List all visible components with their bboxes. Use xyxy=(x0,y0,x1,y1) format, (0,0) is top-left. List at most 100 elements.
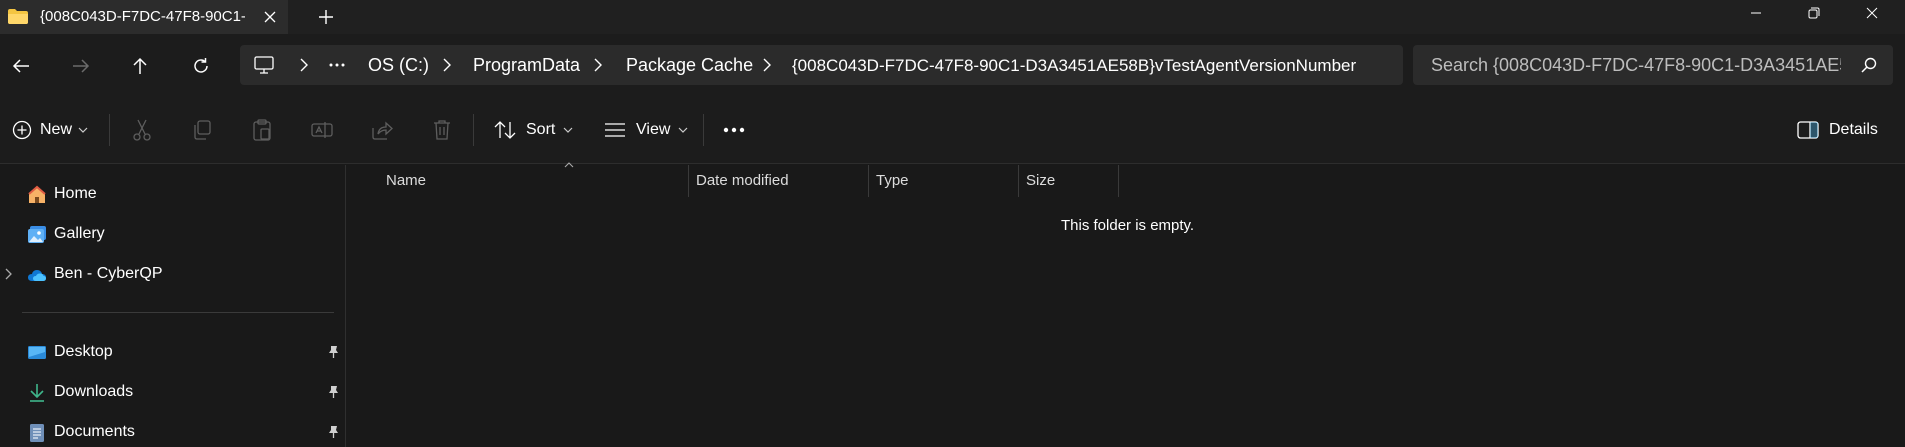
pin-icon[interactable] xyxy=(326,425,340,439)
chevron-right-icon xyxy=(594,58,602,72)
sort-button[interactable]: Sort xyxy=(494,112,573,148)
column-divider[interactable] xyxy=(868,165,869,197)
up-button[interactable] xyxy=(123,49,157,83)
breadcrumb-programdata[interactable]: ProgramData xyxy=(473,55,580,76)
paste-button[interactable] xyxy=(248,116,276,144)
sidebar-item-downloads[interactable]: Downloads xyxy=(0,373,340,411)
delete-button[interactable] xyxy=(428,116,456,144)
downloads-icon xyxy=(30,384,44,402)
arrow-up-icon xyxy=(133,57,147,74)
details-label: Details xyxy=(1829,121,1878,138)
new-label: New xyxy=(40,121,73,138)
sidebar-item-label: Ben - CyberQP xyxy=(54,265,163,282)
home-icon xyxy=(28,185,46,203)
view-label: View xyxy=(636,121,671,138)
more-icon xyxy=(723,127,745,133)
plus-circle-icon xyxy=(12,120,32,140)
new-tab-button[interactable] xyxy=(313,5,339,29)
gallery-icon xyxy=(28,226,46,243)
sidebar-item-label: Documents xyxy=(54,423,135,440)
restore-button[interactable] xyxy=(1785,0,1843,26)
sidebar-item-desktop[interactable]: Desktop xyxy=(0,333,340,371)
column-header-type[interactable]: Type xyxy=(876,165,1016,197)
navigation-pane: Home Gallery Ben - CyberQP Desktop Downl… xyxy=(0,165,346,447)
sort-icon xyxy=(494,121,516,139)
paste-icon xyxy=(253,119,271,141)
folder-icon xyxy=(8,9,28,24)
address-row: OS (C:) ProgramData Package Cache {008C0… xyxy=(0,34,1905,96)
plus-icon xyxy=(319,10,333,24)
tab-active[interactable]: {008C043D-F7DC-47F8-90C1-D xyxy=(0,0,288,34)
sort-label: Sort xyxy=(526,121,556,138)
sidebar-divider xyxy=(22,312,334,313)
sort-ascending-icon xyxy=(564,162,574,168)
sidebar-item-gallery[interactable]: Gallery xyxy=(0,215,340,253)
details-button[interactable]: Details xyxy=(1797,112,1878,148)
cut-button[interactable] xyxy=(128,116,156,144)
sidebar-item-label: Home xyxy=(54,185,97,202)
toolbar-divider xyxy=(473,114,474,146)
tab-title: {008C043D-F7DC-47F8-90C1-D xyxy=(40,8,245,25)
toolbar-divider xyxy=(109,114,110,146)
share-button[interactable] xyxy=(368,116,396,144)
desktop-folder-icon xyxy=(28,346,46,359)
breadcrumb-current-folder[interactable]: {008C043D-F7DC-47F8-90C1-D3A3451AE58B}vT… xyxy=(792,56,1356,76)
sidebar-item-documents[interactable]: Documents xyxy=(0,413,340,447)
close-tab-button[interactable] xyxy=(258,6,282,28)
sidebar-item-label: Desktop xyxy=(54,343,113,360)
chevron-right-icon xyxy=(763,58,771,72)
close-icon xyxy=(264,11,276,23)
pin-icon[interactable] xyxy=(326,345,340,359)
chevron-down-icon xyxy=(563,127,573,133)
breadcrumb-os-c[interactable]: OS (C:) xyxy=(368,55,429,76)
column-header-size[interactable]: Size xyxy=(1026,165,1116,197)
column-header-date-modified[interactable]: Date modified xyxy=(696,165,866,197)
arrow-left-icon xyxy=(12,59,29,73)
toolbar-divider xyxy=(703,114,704,146)
more-breadcrumbs-icon[interactable] xyxy=(329,63,345,67)
chevron-right-icon[interactable] xyxy=(3,267,15,281)
forward-button[interactable] xyxy=(64,49,98,83)
column-divider[interactable] xyxy=(688,165,689,197)
minimize-icon xyxy=(1751,12,1761,14)
view-button[interactable]: View xyxy=(604,112,688,148)
sidebar-item-onedrive[interactable]: Ben - CyberQP xyxy=(0,255,340,293)
title-bar: {008C043D-F7DC-47F8-90C1-D xyxy=(0,0,1905,34)
trash-icon xyxy=(434,120,450,140)
onedrive-icon xyxy=(28,270,46,281)
sidebar-item-home[interactable]: Home xyxy=(0,175,340,213)
search-icon[interactable] xyxy=(1860,56,1878,74)
column-header-name[interactable]: Name xyxy=(386,162,682,197)
breadcrumb-package-cache[interactable]: Package Cache xyxy=(626,55,753,76)
new-button[interactable]: New xyxy=(12,112,88,148)
chevron-right-icon xyxy=(443,58,451,72)
chevron-down-icon xyxy=(678,127,688,133)
address-bar[interactable]: OS (C:) ProgramData Package Cache {008C0… xyxy=(240,45,1403,85)
minimize-button[interactable] xyxy=(1727,0,1785,26)
empty-folder-message: This folder is empty. xyxy=(1061,217,1195,234)
copy-button[interactable] xyxy=(188,116,216,144)
column-divider[interactable] xyxy=(1018,165,1019,197)
rename-button[interactable] xyxy=(308,116,336,144)
back-button[interactable] xyxy=(4,49,38,83)
restore-icon xyxy=(1808,7,1820,19)
refresh-button[interactable] xyxy=(184,49,218,83)
details-pane-icon xyxy=(1797,121,1819,139)
column-divider[interactable] xyxy=(1118,165,1119,197)
search-box[interactable]: Search {008C043D-F7DC-47F8-90C1-D3A3451A… xyxy=(1413,45,1893,85)
rename-icon xyxy=(311,122,333,138)
view-icon xyxy=(605,123,625,137)
sidebar-item-label: Gallery xyxy=(54,225,105,242)
search-input[interactable]: Search {008C043D-F7DC-47F8-90C1-D3A3451A… xyxy=(1431,55,1841,76)
sidebar-item-label: Downloads xyxy=(54,383,134,400)
refresh-icon xyxy=(194,58,208,73)
more-options-button[interactable] xyxy=(720,116,748,144)
file-list: Name Date modified Type Size This folder… xyxy=(347,162,1905,447)
pin-icon[interactable] xyxy=(326,385,340,399)
arrow-right-icon xyxy=(73,59,90,73)
this-pc-icon xyxy=(254,56,274,74)
documents-icon xyxy=(30,424,44,442)
share-icon xyxy=(372,121,393,140)
close-window-button[interactable] xyxy=(1843,0,1901,26)
close-icon xyxy=(1866,7,1878,19)
